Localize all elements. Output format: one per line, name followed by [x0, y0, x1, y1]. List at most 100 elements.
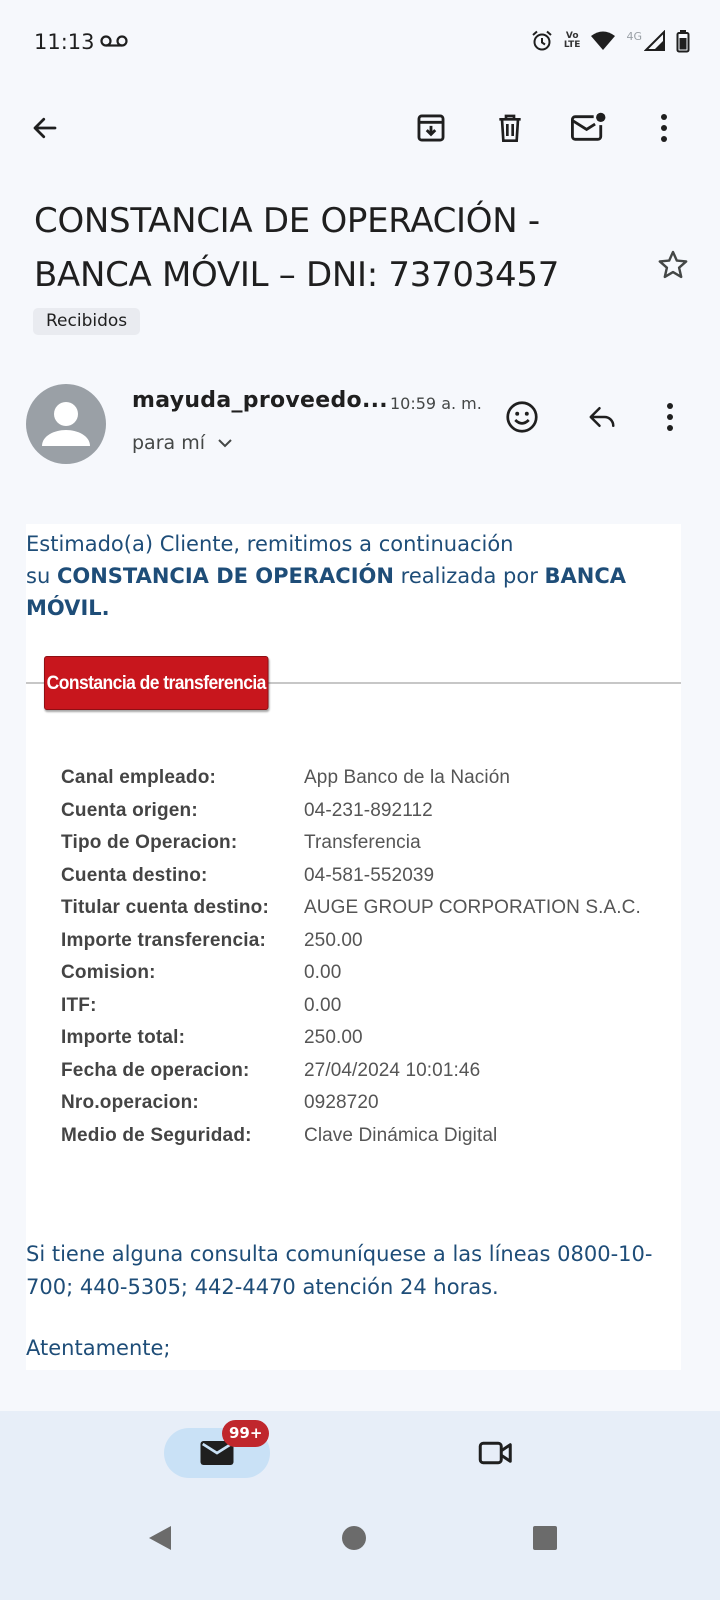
sent-time: 10:59 a. m.: [390, 394, 482, 413]
alarm-icon: [532, 30, 552, 51]
archive-button[interactable]: [407, 104, 455, 152]
sender-name[interactable]: mayuda_proveedo...: [132, 388, 388, 413]
detail-value: 250.00: [304, 1027, 363, 1049]
system-home-button[interactable]: [330, 1514, 378, 1562]
detail-row: ITF: 0.00: [61, 990, 671, 1023]
unread-count-badge: 99+: [222, 1420, 270, 1447]
contact-line-1: Si tiene alguna consulta comuníquese a l…: [26, 1242, 653, 1266]
top-app-bar: [0, 98, 720, 162]
more-vert-icon: [667, 403, 673, 431]
recipient-label: para mí: [132, 432, 205, 454]
battery-icon: [676, 30, 690, 53]
triangle-back-icon: [149, 1526, 171, 1550]
detail-row: Fecha de operacion: 27/04/2024 10:01:46: [61, 1055, 671, 1088]
detail-value: 250.00: [304, 929, 363, 951]
star-button[interactable]: [656, 248, 690, 287]
contact-paragraph: Si tiene alguna consulta comuníquese a l…: [26, 1238, 666, 1304]
person-icon: [42, 402, 90, 446]
detail-label: Comision:: [61, 962, 156, 984]
delete-button[interactable]: [486, 104, 534, 152]
detail-value: Transferencia: [304, 832, 421, 854]
detail-value: 0928720: [304, 1092, 379, 1114]
system-back-button[interactable]: [136, 1514, 184, 1562]
detail-label: Cuenta destino:: [61, 864, 208, 886]
status-bar: 11:13 Vo LTE 4G: [0, 0, 720, 84]
inbox-label-chip[interactable]: Recibidos: [33, 308, 141, 335]
detail-label: Importe transferencia:: [61, 929, 267, 951]
closing-text: Atentamente;: [26, 1336, 171, 1360]
wifi-icon: [591, 31, 616, 50]
detail-value: 04-581-552039: [304, 864, 435, 886]
subject-line-2: BANCA MÓVIL – DNI: 73703457: [34, 255, 560, 295]
detail-label: ITF:: [61, 994, 97, 1016]
detail-row: Cuenta destino: 04-581-552039: [61, 860, 671, 893]
chevron-down-icon: [218, 439, 232, 448]
detail-value: App Banco de la Nación: [304, 767, 511, 789]
circle-home-icon: [342, 1526, 366, 1550]
detail-row: Medio de Seguridad: Clave Dinámica Digita…: [61, 1120, 671, 1153]
more-options-button[interactable]: [640, 104, 688, 152]
subject-line-1: CONSTANCIA DE OPERACIÓN -: [34, 201, 540, 241]
mark-unread-icon: [571, 112, 606, 141]
contact-line-2: 700; 440-5305; 442-4470 atención 24 hora…: [26, 1275, 499, 1299]
transfer-receipt-ribbon: Constancia de transferencia: [44, 656, 269, 710]
signal-icon: [644, 30, 665, 51]
detail-value: Clave Dinámica Digital: [304, 1124, 498, 1146]
detail-value: 0.00: [304, 994, 342, 1016]
email-body: Estimado(a) Cliente, remitimos a continu…: [26, 524, 681, 1370]
more-vert-icon: [661, 114, 667, 142]
bottom-navigation: 99+: [0, 1411, 720, 1490]
system-navigation-bar: [0, 1490, 720, 1600]
detail-label: Fecha de operacion:: [61, 1059, 250, 1081]
video-camera-icon: [478, 1441, 512, 1465]
status-time: 11:13: [34, 30, 95, 54]
back-arrow-icon: [33, 117, 57, 139]
detail-label: Canal empleado:: [61, 767, 217, 789]
detail-row: Nro.operacion: 0928720: [61, 1087, 671, 1120]
detail-row: Importe transferencia: 250.00: [61, 925, 671, 958]
intro-line-2: su CONSTANCIA DE OPERACIÓN realizada por…: [26, 560, 686, 624]
detail-label: Cuenta origen:: [61, 799, 198, 821]
message-more-button[interactable]: [646, 393, 694, 441]
detail-label: Tipo de Operacion:: [61, 832, 238, 854]
voicemail-icon: [100, 35, 128, 47]
intro-pre: su: [26, 564, 57, 588]
mark-unread-button[interactable]: [564, 104, 612, 152]
transfer-details: Canal empleado: App Banco de la Nación Cu…: [61, 762, 671, 1152]
intro-line-1: Estimado(a) Cliente, remitimos a continu…: [26, 532, 514, 556]
emoji-icon: [506, 401, 538, 433]
archive-icon: [417, 114, 445, 142]
intro-paragraph: Estimado(a) Cliente, remitimos a continu…: [26, 528, 686, 624]
star-outline-icon: [658, 250, 688, 279]
detail-value: 27/04/2024 10:01:46: [304, 1059, 481, 1081]
sender-avatar[interactable]: [26, 384, 106, 464]
detail-row: Canal empleado: App Banco de la Nación: [61, 762, 671, 795]
delete-icon: [499, 114, 521, 142]
network-type-label: 4G: [626, 29, 642, 43]
reply-icon: [589, 407, 615, 427]
volte-icon: Vo LTE: [564, 32, 581, 50]
detail-value: 0.00: [304, 962, 342, 984]
recipient-toggle[interactable]: para mí: [132, 432, 233, 454]
system-recents-button[interactable]: [521, 1514, 569, 1562]
detail-row: Cuenta origen: 04-231-892112: [61, 795, 671, 828]
detail-row: Comision: 0.00: [61, 957, 671, 990]
detail-label: Nro.operacion:: [61, 1092, 199, 1114]
detail-label: Titular cuenta destino:: [61, 897, 269, 919]
detail-row: Importe total: 250.00: [61, 1022, 671, 1055]
volte-bottom-label: LTE: [563, 40, 581, 50]
detail-label: Medio de Seguridad:: [61, 1124, 252, 1146]
nav-meet-tab[interactable]: [472, 1431, 520, 1475]
email-subject: CONSTANCIA DE OPERACIÓN - BANCA MÓVIL – …: [34, 194, 634, 302]
intro-bold-operation: CONSTANCIA DE OPERACIÓN: [56, 564, 394, 588]
reply-button[interactable]: [578, 393, 626, 441]
intro-mid: realizada por: [393, 564, 545, 588]
detail-value: 04-231-892112: [304, 799, 433, 821]
detail-label: Importe total:: [61, 1027, 186, 1049]
detail-row: Tipo de Operacion: Transferencia: [61, 827, 671, 860]
status-icons: Vo LTE 4G: [530, 28, 690, 54]
detail-value: AUGE GROUP CORPORATION S.A.C.: [304, 897, 641, 919]
back-button[interactable]: [21, 104, 69, 152]
detail-row: Titular cuenta destino: AUGE GROUP CORPOR…: [61, 892, 671, 925]
react-button[interactable]: [498, 393, 546, 441]
